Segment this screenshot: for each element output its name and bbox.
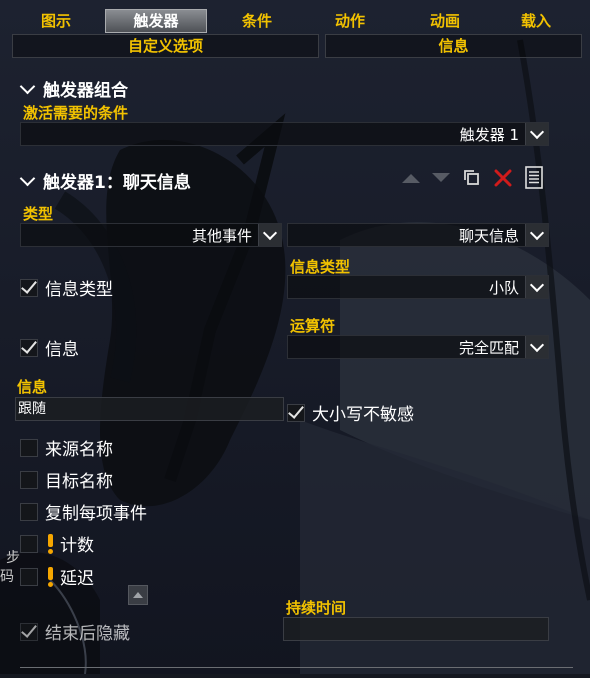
chevron-down-icon[interactable] [525,276,548,298]
clone-per-event-label: 复制每项事件 [45,504,147,524]
tab-trigger[interactable]: 触发器 [105,9,207,33]
tab-actions[interactable]: 动作 [310,10,390,32]
message-field-label: 信息 [17,378,48,396]
message-type-dropdown[interactable]: 小队 [287,275,549,299]
delete-icon[interactable] [493,168,513,188]
source-name-checkbox[interactable] [20,438,38,457]
tab-animation[interactable]: 动画 [400,10,490,32]
tab-display[interactable]: 图示 [20,10,92,32]
message-checkbox[interactable] [20,338,38,357]
chevron-down-icon[interactable] [525,336,548,358]
operator-value: 完全匹配 [458,338,519,357]
warning-icon [45,566,55,587]
hide-on-end-checkbox[interactable] [20,622,38,641]
source-name-label: 来源名称 [45,440,113,460]
operator-dropdown[interactable]: 完全匹配 [287,335,549,359]
divider [20,667,573,668]
scroll-up-button[interactable] [128,585,148,605]
target-name-label: 目标名称 [45,472,113,492]
activation-value: 触发器 1 [459,125,519,144]
duplicate-icon[interactable] [462,168,482,188]
background-text-step: 步 [6,550,20,566]
message-type-checkbox-row[interactable]: 信息类型 [20,275,113,300]
count-checkbox[interactable] [20,534,38,553]
background-text-code: 码 [0,569,14,585]
duration-label: 持续时间 [286,599,347,617]
count-label: 计数 [60,536,94,556]
chevron-down-icon[interactable] [525,123,548,145]
trigger1-title: 触发器1：聊天信息 [43,173,191,193]
operator-label: 运算符 [290,317,336,335]
chevron-down-icon [19,78,36,94]
document-icon[interactable] [524,165,544,191]
target-name-checkbox[interactable] [20,470,38,489]
delay-checkbox[interactable] [20,567,38,586]
activation-label: 激活需要的条件 [23,104,129,122]
trigger1-header[interactable]: 触发器1：聊天信息 [19,168,191,193]
case-insensitive-row[interactable]: 大小写不敏感 [287,400,414,425]
message-type-checkbox-label: 信息类型 [45,280,113,300]
hide-on-end-row[interactable]: 结束后隐藏 [20,619,130,644]
message-input[interactable]: 跟随 [15,397,284,421]
chevron-down-icon [19,170,36,186]
target-name-row[interactable]: 目标名称 [20,467,113,492]
count-row[interactable]: 计数 [20,531,94,556]
event-subtype-dropdown[interactable]: 聊天信息 [287,223,549,247]
subtab-custom-options[interactable]: 自定义选项 [12,34,319,58]
hide-on-end-label: 结束后隐藏 [45,624,130,644]
subtab-information[interactable]: 信息 [325,34,582,58]
message-type-checkbox[interactable] [20,278,38,297]
activation-dropdown[interactable]: 触发器 1 [20,122,549,146]
message-checkbox-row[interactable]: 信息 [20,335,79,360]
arrow-up-icon[interactable] [400,171,422,185]
event-subtype-value: 聊天信息 [458,226,519,245]
tab-load[interactable]: 载入 [500,10,572,32]
delay-row[interactable]: 延迟 [20,564,94,589]
delay-label: 延迟 [60,569,94,589]
clone-per-event-row[interactable]: 复制每项事件 [20,499,147,524]
event-type-value: 其他事件 [191,226,252,245]
arrow-down-icon[interactable] [430,171,452,185]
chevron-down-icon[interactable] [258,224,281,246]
clone-per-event-checkbox[interactable] [20,502,38,521]
warning-icon [45,533,55,554]
message-type-field-label: 信息类型 [290,258,351,276]
case-insensitive-checkbox[interactable] [287,403,305,422]
message-checkbox-label: 信息 [45,340,79,360]
case-insensitive-label: 大小写不敏感 [312,405,414,425]
chevron-down-icon[interactable] [525,224,548,246]
duration-input[interactable] [283,617,549,641]
event-type-dropdown[interactable]: 其他事件 [20,223,282,247]
message-type-value: 小队 [488,278,519,297]
trigger-group-header[interactable]: 触发器组合 [19,76,128,101]
tab-conditions[interactable]: 条件 [212,10,302,32]
source-name-row[interactable]: 来源名称 [20,435,113,460]
trigger-group-title: 触发器组合 [43,81,128,101]
type-label: 类型 [23,205,54,223]
